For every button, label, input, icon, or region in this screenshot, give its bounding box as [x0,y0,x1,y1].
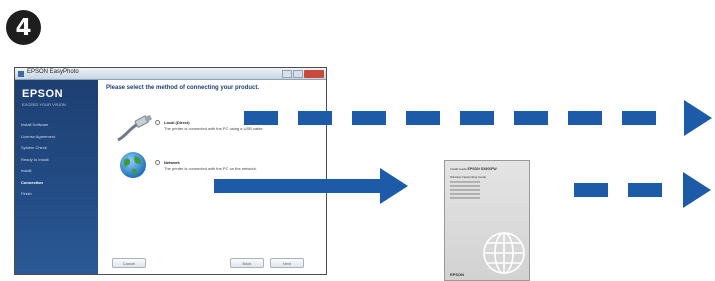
arrow-head-icon [380,168,408,204]
arrow-dash [622,111,656,125]
arrow-head-icon [683,172,711,208]
arrow-dash [514,111,548,125]
page-heading: Please select the method of connecting y… [106,85,260,91]
local-option-title: Local (Direct) [164,120,190,125]
booklet-text-lines: XXXXXXXXXXXXXXX XXXXXXXXXXXXXXX XXXXXXXX… [450,180,480,200]
arrow-dash [568,111,602,125]
step-item: License Agreement [21,133,56,139]
booklet-title-prefix: Install Guide [450,167,467,171]
arrow-dash [352,111,386,125]
maximize-button[interactable] [293,70,303,78]
network-option-title: Network [164,160,180,165]
arrow-dash [298,111,332,125]
step-item: Install [21,168,32,173]
local-radio[interactable] [155,120,160,125]
arrow-head-icon [684,100,712,136]
step-item: Ready to Install [21,156,49,162]
minimize-button[interactable] [282,70,292,78]
local-option-description: The printer is connected with the PC usi… [164,126,264,131]
cancel-button[interactable]: Cancel [112,258,146,268]
arrow-dash [460,111,494,125]
installer-content: Please select the method of connecting y… [98,80,326,274]
step-item-current: Connection [21,179,43,185]
install-steps-list: Install Software License Agreement Syste… [21,122,55,203]
booklet-brand: EPSON [450,272,465,277]
back-button[interactable]: Back [230,258,264,268]
step-item: Finish [21,191,32,196]
close-button[interactable] [304,70,324,78]
installer-window: EPSON EasyPhoto EPSON EXCEED YOUR VISION… [14,67,327,275]
arrow-shaft [214,179,382,193]
local-option[interactable]: Local (Direct) The printer is connected … [98,118,326,148]
step-item: Install Software [21,122,49,127]
booklet-subtitle: Wireless Networking Guide [450,175,487,179]
window-title: EPSON EasyPhoto [27,69,79,75]
brand-tagline: EXCEED YOUR VISION [22,102,66,107]
booklet-globe-icon [483,232,525,274]
next-button[interactable]: Next [270,258,304,268]
instruction-step: 4 EPSON EasyPhoto EPSON EXCEED YOUR VISI… [0,0,715,281]
network-guide-booklet: Install Guide EPSON SX600FW Wireless Net… [444,160,530,281]
arrow-dash [574,183,608,197]
arrow-dash [628,183,662,197]
network-radio[interactable] [155,160,160,165]
step-item: System Check [21,145,47,150]
installer-sidebar: EPSON EXCEED YOUR VISION Install Softwar… [15,80,98,274]
window-titlebar: EPSON EasyPhoto [15,68,326,80]
booklet-line: XXXXXXXXXXXXXXX [450,196,481,200]
arrow-dash [406,111,440,125]
step-number-badge: 4 [6,10,41,45]
booklet-title-model: EPSON SX600FW [467,167,497,171]
app-icon [18,71,24,77]
arrow-dash [244,111,278,125]
brand-logo: EPSON [22,88,64,100]
network-option-description: The printer is connected with the PC on … [164,166,257,171]
